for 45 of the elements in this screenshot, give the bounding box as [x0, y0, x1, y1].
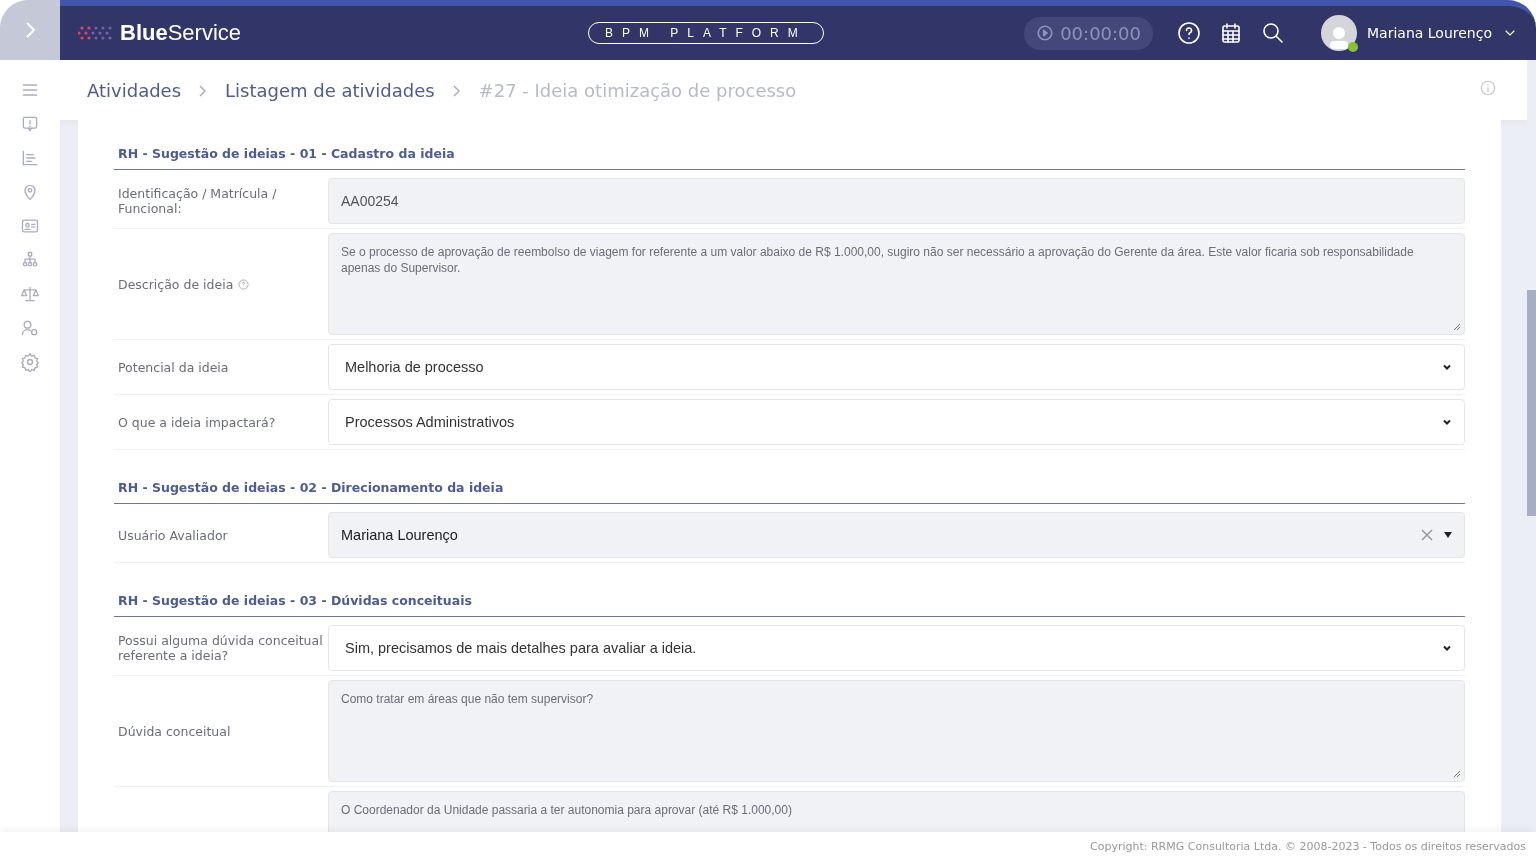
text-area[interactable]: Como tratar em áreas que não tem supervisor? [328, 680, 1465, 782]
field-label: Dúvida conceitual [118, 723, 231, 739]
dropdown[interactable]: Sim, precisamos de mais detalhes para avaliar a ideia. [328, 625, 1465, 671]
logo-text: BlueService [120, 20, 242, 46]
resize-grip-icon[interactable] [1453, 323, 1461, 331]
list-icon[interactable] [20, 148, 40, 168]
field-label: Descrição de ideia [118, 276, 234, 292]
copyright-text: Copyright: RRMG Consultoria Ltda. © 2008-2023 - Todos os direitos reservados [1090, 840, 1526, 853]
user-gear-icon[interactable] [20, 318, 40, 338]
section-title: RH - Sugestão de ideias - 01 - Cadastro da ideia [114, 138, 1465, 170]
alert-message-icon[interactable] [20, 114, 40, 134]
clear-icon[interactable] [1420, 528, 1434, 542]
chevron-down-icon [1442, 643, 1452, 653]
search-icon[interactable] [1261, 21, 1285, 45]
field-label: Potencial da ideia [118, 359, 229, 375]
play-icon[interactable] [1036, 24, 1055, 42]
user-silhouette-icon [1327, 25, 1351, 51]
text-field[interactable]: AA00254 [328, 178, 1465, 224]
sidebar-toggle-button[interactable] [0, 0, 60, 60]
breadcrumb-link[interactable]: Listagem de atividades [225, 79, 435, 101]
chevron-right-icon [23, 21, 37, 39]
user-select-field[interactable]: Mariana Lourenço [328, 512, 1465, 558]
section-title: RH - Sugestão de ideias - 03 - Dúvidas conceituais [114, 585, 1465, 617]
user-name[interactable]: Mariana Lourenço [1367, 25, 1492, 41]
info-icon[interactable] [1479, 79, 1497, 97]
caret-icon[interactable] [1444, 531, 1452, 539]
scale-icon[interactable] [20, 284, 40, 304]
field-label: Identificação / Matrícula / Funcional: [118, 186, 278, 216]
dropdown[interactable]: Processos Administrativos [328, 399, 1465, 445]
section-title: RH - Sugestão de ideias - 02 - Direcionamento da ideia [114, 472, 1465, 504]
chevron-down-icon [1442, 362, 1452, 372]
breadcrumb-link[interactable]: Atividades [87, 79, 182, 101]
logo-icon [78, 25, 114, 41]
resize-grip-icon[interactable] [1453, 770, 1461, 778]
field-label: O que a ideia impactará? [118, 414, 276, 430]
text-area[interactable]: Se o processo de aprovação de reembolso de viagem for referente a um valor abaixo de R$ 1.000,00, sugiro não ser necessário a aprovação do Gerente da área. Este valor ficaria sob responsabilidade apenas do Supervisor. [328, 233, 1465, 335]
settings-icon[interactable] [20, 352, 40, 372]
calendar-icon[interactable] [1219, 21, 1243, 45]
dropdown[interactable]: Melhoria de processo [328, 344, 1465, 390]
field-label: Usuário Avaliador [118, 527, 228, 543]
chevron-down-icon [1442, 417, 1452, 427]
field-label: Possui alguma dúvida conceitual referente a ideia? [118, 633, 324, 663]
text-area[interactable]: O Coordenador da Unidade passaria a ter autonomia para aprovar (até R$ 1.000,00) [328, 791, 1465, 832]
avatar[interactable] [1321, 15, 1357, 51]
scrollbar-thumb[interactable] [1527, 290, 1536, 516]
